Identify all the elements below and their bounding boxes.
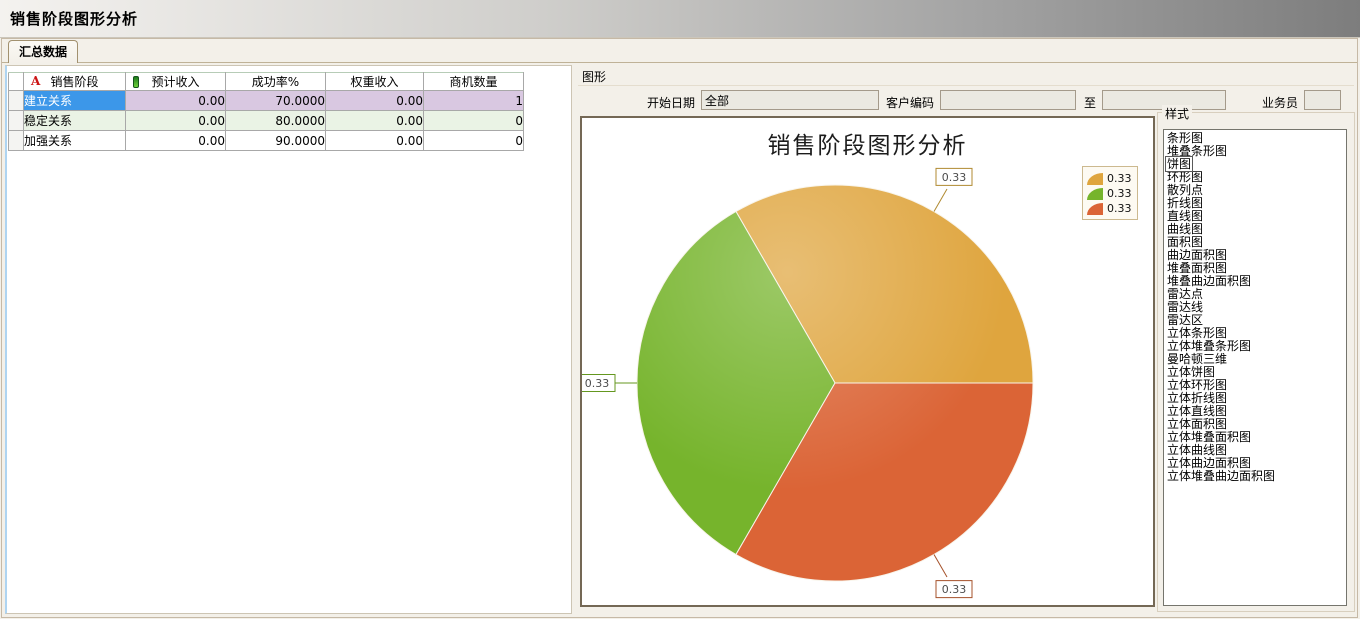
legend-item: 0.33 (1087, 172, 1135, 185)
legend-value: 0.33 (1107, 172, 1132, 185)
cell-stage[interactable]: 建立关系 (24, 91, 126, 111)
cell-success[interactable]: 90.0000 (226, 131, 326, 151)
salesman-input[interactable] (1304, 90, 1341, 110)
to-label: 至 (1082, 94, 1096, 111)
tab-summary-data[interactable]: 汇总数据 (8, 40, 78, 63)
cell-stage[interactable]: 加强关系 (24, 131, 126, 151)
green-bar-icon (133, 76, 139, 88)
style-group: 样式 条形图堆叠条形图饼图环形图散列点折线图直线图曲线图面积图曲边面积图堆叠面积… (1157, 112, 1355, 612)
style-group-label: 样式 (1162, 105, 1192, 122)
legend-item: 0.33 (1087, 187, 1135, 200)
column-header-expected-income[interactable]: 预计收入 (126, 73, 226, 91)
tabstrip-divider (2, 62, 1358, 63)
cell-weighted[interactable]: 0.00 (326, 111, 424, 131)
graph-group-separator (578, 85, 1354, 86)
salesman-label: 业务员 (1252, 94, 1298, 111)
cell-stage[interactable]: 稳定关系 (24, 111, 126, 131)
red-letter-A-icon: A (31, 74, 40, 88)
graph-group-label: 图形 (582, 68, 606, 85)
cell-expected[interactable]: 0.00 (126, 91, 226, 111)
cell-expected[interactable]: 0.00 (126, 131, 226, 151)
legend-pie-marker-icon (1087, 203, 1103, 215)
window-titlebar: 销售阶段图形分析 (0, 0, 1360, 38)
summary-table-panel: A 销售阶段 预计收入 成功率% 权重收入 商机数量 (5, 65, 572, 614)
table-row[interactable]: 稳定关系0.0080.00000.000 (9, 111, 524, 131)
slice-label: 0.33 (582, 375, 637, 392)
grid-header-row: A 销售阶段 预计收入 成功率% 权重收入 商机数量 (9, 73, 524, 91)
chart-title: 销售阶段图形分析 (582, 126, 1153, 160)
cell-success[interactable]: 70.0000 (226, 91, 326, 111)
column-header-opportunity-count[interactable]: 商机数量 (424, 73, 524, 91)
style-list[interactable]: 条形图堆叠条形图饼图环形图散列点折线图直线图曲线图面积图曲边面积图堆叠面积图堆叠… (1163, 129, 1347, 606)
legend-value: 0.33 (1107, 187, 1132, 200)
row-indicator[interactable] (9, 111, 24, 131)
column-header-weighted-income[interactable]: 权重收入 (326, 73, 424, 91)
legend-pie-marker-icon (1087, 173, 1103, 185)
style-list-item[interactable]: 堆叠条形图 (1166, 145, 1346, 158)
column-header-stage[interactable]: A 销售阶段 (24, 73, 126, 91)
table-row[interactable]: 加强关系0.0090.00000.000 (9, 131, 524, 151)
table-row[interactable]: 建立关系0.0070.00000.001 (9, 91, 524, 111)
slice-label: 0.33 (934, 554, 972, 597)
legend-pie-marker-icon (1087, 188, 1103, 200)
summary-grid-body: 建立关系0.0070.00000.001稳定关系0.0080.00000.000… (9, 91, 524, 151)
legend-value: 0.33 (1107, 202, 1132, 215)
cell-success[interactable]: 80.0000 (226, 111, 326, 131)
sales-stage-analysis-window: 销售阶段图形分析 汇总数据 A 销售阶段 预计收入 (0, 0, 1360, 619)
chart-panel: 0.33 0.33 0.33 销售阶段图形分析 0.33 0.33 0.33 (580, 116, 1155, 607)
column-header-success-rate[interactable]: 成功率% (226, 73, 326, 91)
start-date-label: 开始日期 (597, 94, 695, 111)
svg-text:0.33: 0.33 (585, 377, 610, 390)
svg-text:0.33: 0.33 (942, 583, 967, 596)
legend-item: 0.33 (1087, 202, 1135, 215)
cell-count[interactable]: 0 (424, 131, 524, 151)
customer-code-input[interactable] (940, 90, 1076, 110)
cell-expected[interactable]: 0.00 (126, 111, 226, 131)
row-indicator-header (9, 73, 24, 91)
cell-weighted[interactable]: 0.00 (326, 131, 424, 151)
row-indicator[interactable] (9, 91, 24, 111)
chart-legend: 0.33 0.33 0.33 (1082, 166, 1138, 220)
cell-weighted[interactable]: 0.00 (326, 91, 424, 111)
window-title: 销售阶段图形分析 (0, 8, 138, 29)
row-indicator[interactable] (9, 131, 24, 151)
summary-grid: A 销售阶段 预计收入 成功率% 权重收入 商机数量 (8, 72, 524, 151)
style-list-item[interactable]: 立体堆叠曲边面积图 (1166, 470, 1346, 483)
start-date-input[interactable] (701, 90, 879, 110)
svg-text:0.33: 0.33 (942, 171, 967, 184)
pie-chart: 0.33 0.33 0.33 (582, 118, 1153, 605)
customer-code-label: 客户编码 (882, 94, 934, 111)
cell-count[interactable]: 0 (424, 111, 524, 131)
cell-count[interactable]: 1 (424, 91, 524, 111)
slice-label: 0.33 (934, 168, 972, 211)
